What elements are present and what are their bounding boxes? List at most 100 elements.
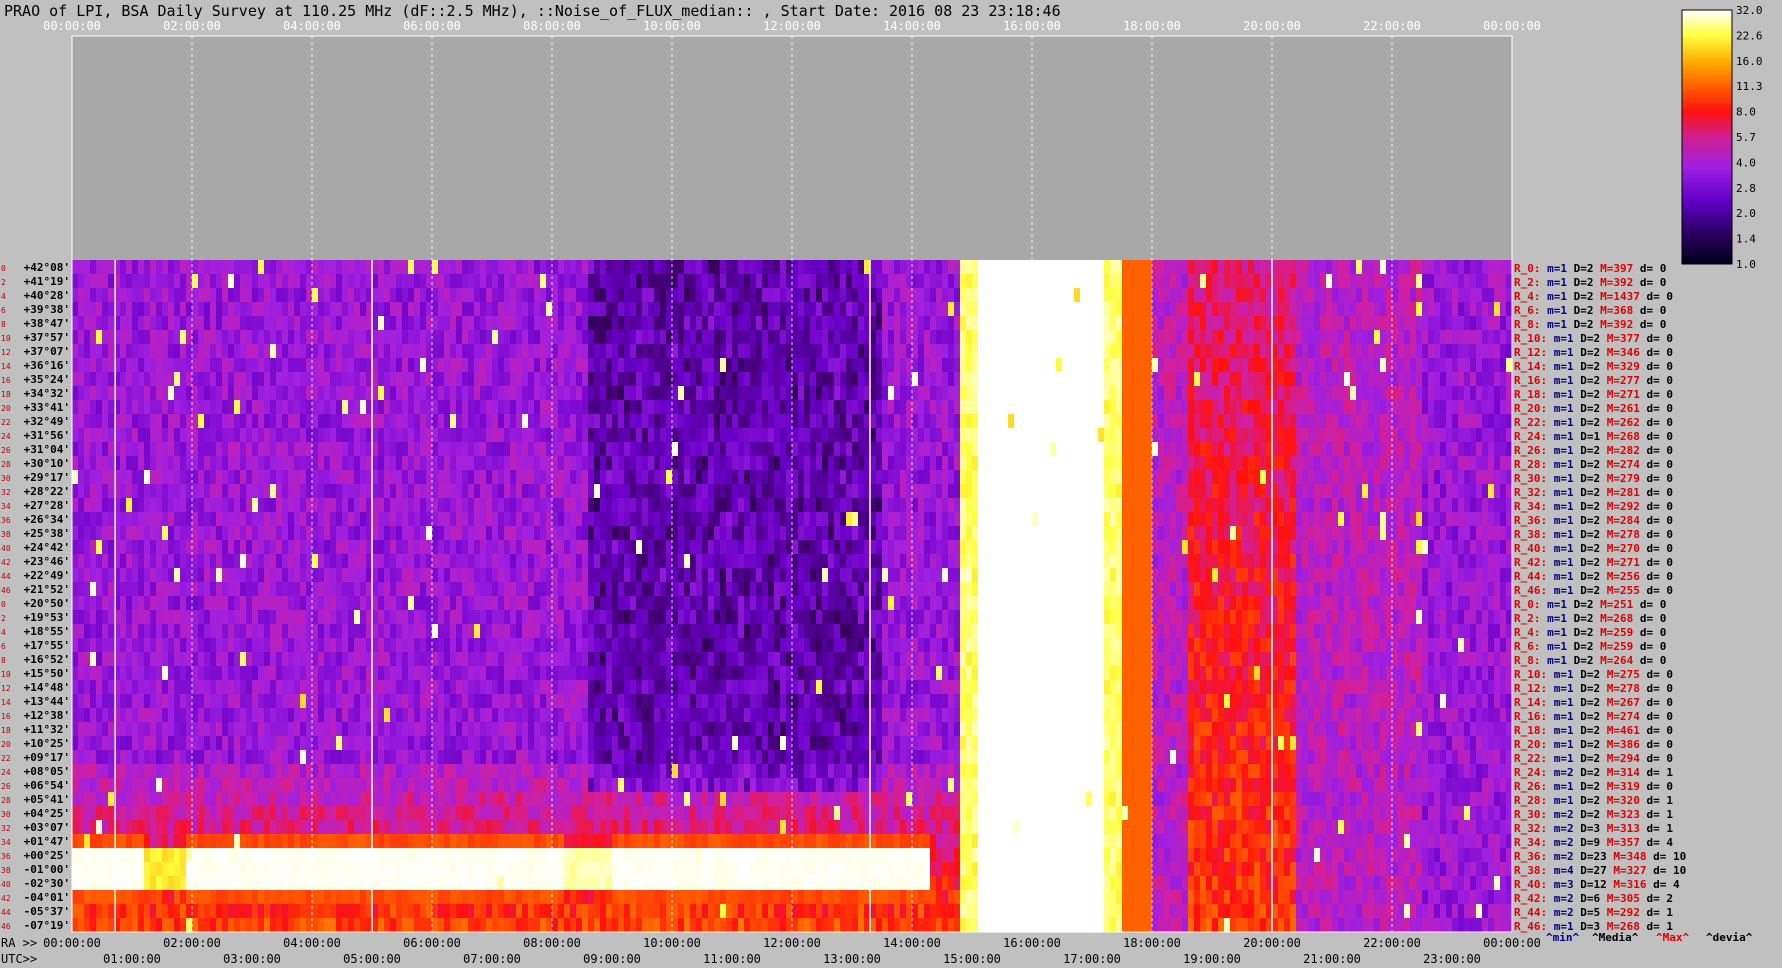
heatmap-cell bbox=[540, 456, 547, 471]
heatmap-cell bbox=[792, 386, 799, 401]
heatmap-cell bbox=[1080, 470, 1087, 485]
heatmap-cell bbox=[954, 400, 961, 415]
heatmap-cell bbox=[870, 456, 877, 471]
heatmap-cell bbox=[1218, 512, 1225, 527]
heatmap-cell bbox=[1158, 302, 1165, 317]
heatmap-cell bbox=[420, 344, 427, 359]
heatmap-cell bbox=[654, 358, 661, 373]
heatmap-cell bbox=[492, 274, 499, 289]
heatmap-cell bbox=[1050, 498, 1057, 513]
heatmap-cell bbox=[1254, 274, 1261, 289]
heatmap-cell bbox=[636, 316, 643, 331]
heatmap-cell bbox=[1020, 372, 1027, 387]
heatmap-cell bbox=[1068, 288, 1075, 303]
heatmap-cell bbox=[276, 498, 283, 513]
heatmap-cell bbox=[816, 498, 823, 513]
heatmap-cell bbox=[1362, 386, 1369, 401]
heatmap-cell bbox=[1404, 316, 1411, 331]
heatmap-cell bbox=[1398, 400, 1405, 415]
heatmap-cell bbox=[804, 456, 811, 471]
heatmap-cell bbox=[912, 274, 919, 289]
heatmap-cell bbox=[1188, 470, 1195, 485]
heatmap-cell bbox=[930, 288, 937, 303]
heatmap-cell bbox=[1080, 414, 1087, 429]
heatmap-cell bbox=[450, 400, 457, 415]
heatmap-cell bbox=[78, 470, 85, 485]
heatmap-cell bbox=[930, 316, 937, 331]
heatmap-cell bbox=[222, 386, 229, 401]
heatmap-cell bbox=[774, 330, 781, 345]
heatmap-cell bbox=[1164, 428, 1171, 443]
heatmap-cell bbox=[792, 456, 799, 471]
heatmap-cell bbox=[1272, 442, 1279, 457]
heatmap-cell bbox=[1128, 442, 1135, 457]
heatmap-cell bbox=[732, 386, 739, 401]
heatmap-cell bbox=[1272, 526, 1279, 541]
heatmap-cell bbox=[264, 442, 271, 457]
heatmap-cell bbox=[216, 540, 223, 555]
heatmap-cell bbox=[138, 302, 145, 317]
heatmap-cell bbox=[1404, 260, 1411, 275]
heatmap-cell bbox=[1044, 274, 1051, 289]
heatmap-cell bbox=[132, 484, 139, 499]
heatmap-cell bbox=[1284, 456, 1291, 471]
heatmap-cell bbox=[792, 540, 799, 555]
heatmap-cell bbox=[828, 316, 835, 331]
heatmap-cell bbox=[618, 330, 625, 345]
heatmap-cell bbox=[1260, 358, 1267, 373]
heatmap-cell bbox=[1398, 498, 1405, 513]
heatmap-cell bbox=[1380, 428, 1387, 443]
heatmap-cell bbox=[420, 456, 427, 471]
heatmap-cell bbox=[486, 372, 493, 387]
heatmap-cell bbox=[1170, 456, 1177, 471]
heatmap-cell bbox=[918, 512, 925, 527]
heatmap-cell bbox=[1080, 302, 1087, 317]
heatmap-cell bbox=[1134, 442, 1141, 457]
heatmap-cell bbox=[510, 330, 517, 345]
heatmap-cell bbox=[462, 428, 469, 443]
heatmap-cell bbox=[558, 400, 565, 415]
heatmap-cell bbox=[930, 414, 937, 429]
heatmap-cell bbox=[684, 400, 691, 415]
heatmap-cell bbox=[1134, 512, 1141, 527]
heatmap-cell bbox=[720, 274, 727, 289]
heatmap-cell bbox=[372, 372, 379, 387]
heatmap-cell bbox=[462, 526, 469, 541]
heatmap-cell bbox=[1392, 414, 1399, 429]
heatmap-cell bbox=[732, 428, 739, 443]
heatmap-cell bbox=[1050, 302, 1057, 317]
heatmap-cell bbox=[480, 484, 487, 499]
heatmap-cell bbox=[840, 414, 847, 429]
heatmap-cell bbox=[528, 414, 535, 429]
heatmap-cell bbox=[882, 344, 889, 359]
heatmap-cell bbox=[468, 526, 475, 541]
heatmap-cell bbox=[1416, 358, 1423, 373]
heatmap-cell bbox=[78, 288, 85, 303]
heatmap-cell bbox=[810, 498, 817, 513]
heatmap-cell bbox=[948, 358, 955, 373]
heatmap-cell bbox=[468, 540, 475, 555]
heatmap-cell bbox=[972, 470, 979, 485]
heatmap-cell bbox=[672, 316, 679, 331]
heatmap-cell bbox=[216, 442, 223, 457]
heatmap-cell bbox=[1434, 344, 1441, 359]
heatmap-cell bbox=[1446, 316, 1453, 331]
heatmap-cell bbox=[1134, 470, 1141, 485]
heatmap-cell bbox=[570, 386, 577, 401]
heatmap-cell bbox=[858, 414, 865, 429]
heatmap-cell bbox=[456, 274, 463, 289]
heatmap-cell bbox=[630, 260, 637, 275]
heatmap-cell bbox=[96, 484, 103, 499]
heatmap-cell bbox=[858, 288, 865, 303]
heatmap-cell bbox=[462, 288, 469, 303]
heatmap-cell bbox=[636, 288, 643, 303]
heatmap-cell bbox=[660, 498, 667, 513]
heatmap-cell bbox=[570, 372, 577, 387]
heatmap-cell bbox=[1446, 442, 1453, 457]
heatmap-cell bbox=[1452, 288, 1459, 303]
heatmap-cell bbox=[750, 428, 757, 443]
heatmap-cell bbox=[264, 260, 271, 275]
heatmap-cell bbox=[882, 288, 889, 303]
heatmap-cell bbox=[144, 470, 151, 485]
heatmap-cell bbox=[1206, 414, 1213, 429]
